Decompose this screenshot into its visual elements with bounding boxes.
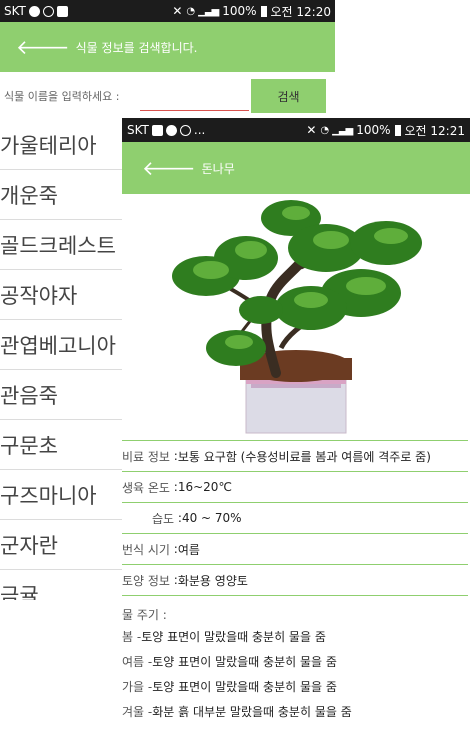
mute-icon: ✕ (172, 4, 183, 18)
message-icon (28, 5, 40, 17)
list-item[interactable]: 구즈마니아 (0, 470, 122, 520)
season-label: 여름 - (122, 655, 153, 669)
fertilizer-value: 보통 요구함 (수용성비료를 봄과 여름에 격주로 줌) (177, 449, 431, 464)
search-input[interactable] (140, 86, 249, 111)
watering-text: 토양 표면이 말랐을때 충분히 물을 줌 (141, 630, 326, 644)
temperature-label: 생육 온도 (122, 480, 170, 495)
soil-row: 토양 정보 : 화분용 영양토 (122, 565, 468, 596)
page-title: 식물 정보를 검색합니다. (75, 40, 198, 55)
carrier-label: SKT (4, 4, 26, 18)
humidity-row: 습도 : 40 ~ 70% (122, 503, 468, 534)
status-bar: SKT ... ✕ ◔ ▁▃▅ 100% 오전 12:21 (122, 118, 470, 142)
signal-icon: ▁▃▅ (332, 124, 353, 136)
image-icon (151, 124, 163, 136)
list-item[interactable]: 골드크레스트 (0, 220, 122, 270)
list-item[interactable]: 개운죽 (0, 170, 122, 220)
search-label: 식물 이름을 입력하세요 : (4, 90, 120, 103)
list-item[interactable]: 관엽베고니아 (0, 320, 122, 370)
back-arrow-icon[interactable]: 🡐 (142, 158, 196, 178)
propagation-value: 여름 (177, 542, 200, 557)
wifi-icon: ◔ (320, 124, 329, 136)
clock: 오전 12:21 (404, 123, 465, 138)
sync-icon (42, 5, 54, 17)
search-row: 식물 이름을 입력하세요 : 검색 (0, 72, 335, 120)
season-label: 가을 - (122, 680, 153, 694)
soil-label: 토양 정보 (122, 573, 170, 588)
sync-icon (179, 124, 191, 136)
carrier-label: SKT (127, 123, 149, 137)
mute-icon: ✕ (306, 123, 317, 137)
watering-autumn: 가을 - 토양 표면이 말랐을때 충분히 물을 줌 (122, 674, 470, 699)
search-button[interactable]: 검색 (251, 79, 326, 113)
watering-label: 물 주기 : (122, 608, 167, 622)
humidity-label: 습도 (152, 511, 175, 526)
temperature-value: 16~20℃ (177, 480, 232, 494)
watering-text: 토양 표면이 말랐을때 충분히 물을 줌 (152, 655, 337, 669)
propagation-row: 번식 시기 : 여름 (122, 534, 468, 565)
watering-winter: 겨울 - 화분 흙 대부분 말랐을때 충분히 물을 줌 (122, 699, 470, 724)
battery-icon (394, 124, 401, 136)
watering-text: 화분 흙 대부분 말랐을때 충분히 물을 줌 (152, 705, 352, 719)
list-item[interactable]: 군자란 (0, 520, 122, 570)
season-label: 봄 - (122, 630, 142, 644)
clock: 오전 12:20 (270, 4, 331, 19)
watering-text: 토양 표면이 말랐을때 충분히 물을 줌 (152, 680, 337, 694)
detail-screen: SKT ... ✕ ◔ ▁▃▅ 100% 오전 12:21 🡐 돈나무 비료 정… (122, 118, 470, 737)
propagation-label: 번식 시기 (122, 542, 170, 557)
list-item[interactable]: 구문초 (0, 420, 122, 470)
app-header: 🡐 돈나무 (122, 142, 470, 194)
battery-percent: 100% (356, 123, 391, 137)
list-item[interactable]: 공작야자 (0, 270, 122, 320)
message-icon (165, 124, 177, 136)
battery-percent: 100% (222, 4, 257, 18)
humidity-value: 40 ~ 70% (181, 511, 242, 525)
plant-photo (172, 200, 422, 434)
temperature-row: 생육 온도 : 16~20℃ (122, 472, 468, 503)
watering-section: 물 주기 : 봄 - 토양 표면이 말랐을때 충분히 물을 줌 여름 - 토양 … (122, 596, 470, 724)
list-item[interactable]: 관음죽 (0, 370, 122, 420)
plant-info-table: 비료 정보 : 보통 요구함 (수용성비료를 봄과 여름에 격주로 줌) 생육 … (122, 440, 468, 596)
list-item[interactable]: 금귤 (0, 570, 122, 601)
fertilizer-label: 비료 정보 (122, 449, 170, 464)
watering-spring: 봄 - 토양 표면이 말랐을때 충분히 물을 줌 (122, 624, 470, 649)
page-title: 돈나무 (201, 161, 235, 176)
signal-icon: ▁▃▅ (198, 5, 219, 17)
watering-summer: 여름 - 토양 표면이 말랐을때 충분히 물을 줌 (122, 649, 470, 674)
list-item[interactable]: 가울테리아 (0, 120, 122, 170)
wifi-icon: ◔ (186, 5, 195, 17)
more-notifications: ... (193, 123, 206, 137)
soil-value: 화분용 영양토 (177, 573, 248, 588)
status-bar: SKT ✕ ◔ ▁▃▅ 100% 오전 12:20 (0, 0, 335, 22)
download-icon (56, 5, 68, 17)
plant-list: 가울테리아 개운죽 골드크레스트 공작야자 관엽베고니아 관음죽 구문초 구즈마… (0, 120, 122, 600)
battery-icon (260, 5, 267, 17)
back-arrow-icon[interactable]: 🡐 (16, 37, 70, 57)
app-header: 🡐 식물 정보를 검색합니다. (0, 22, 335, 72)
season-label: 겨울 - (122, 705, 153, 719)
fertilizer-row: 비료 정보 : 보통 요구함 (수용성비료를 봄과 여름에 격주로 줌) (122, 441, 468, 472)
